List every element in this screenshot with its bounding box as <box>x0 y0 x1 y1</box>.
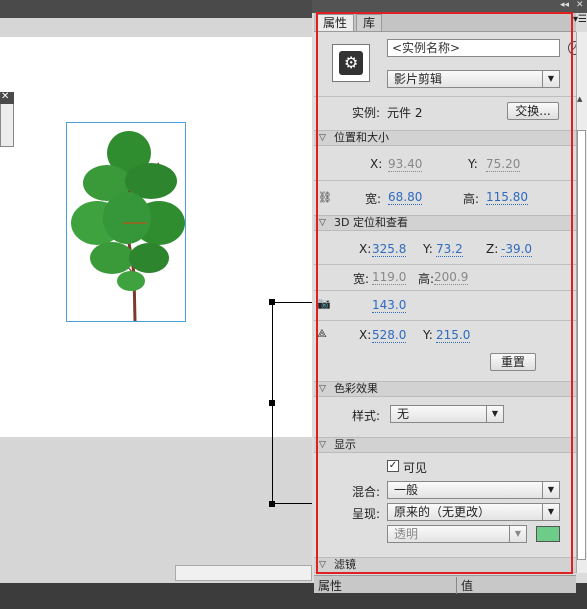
transform-handle[interactable] <box>269 299 275 305</box>
column-value: 值 <box>456 577 473 594</box>
close-icon[interactable]: ✕ <box>1 91 9 103</box>
highlight-annotation-box <box>316 12 573 574</box>
transform-box-edge <box>272 302 312 504</box>
close-icon[interactable]: ✕ <box>576 0 584 11</box>
column-property: 属性 <box>318 579 343 593</box>
scroll-up-icon[interactable]: ▲ <box>577 95 582 103</box>
stage-top-bar <box>0 0 312 18</box>
transform-handle[interactable] <box>269 400 275 406</box>
tree-image <box>71 131 185 321</box>
panel-menu-icon[interactable]: ▾☰ <box>573 14 587 25</box>
filter-table-header: 属性 值 <box>314 575 576 594</box>
horizontal-scrollbar[interactable] <box>175 565 312 581</box>
scrollbar-thumb[interactable] <box>577 130 586 560</box>
collapse-icon[interactable]: ◂◂ <box>560 0 569 11</box>
tree-symbol-bounding-box[interactable] <box>66 122 186 322</box>
transform-handle[interactable] <box>269 501 275 507</box>
